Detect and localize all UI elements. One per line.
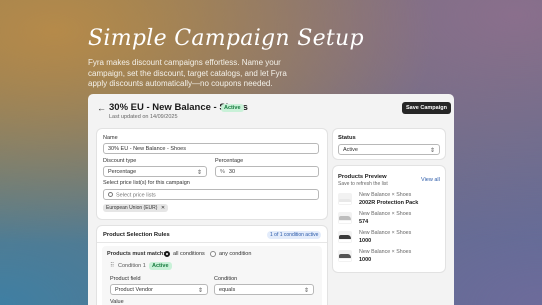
condition-field-label: Condition — [214, 276, 238, 282]
preview-title: Products Preview — [338, 174, 387, 180]
save-campaign-button[interactable]: Save Campaign — [402, 102, 451, 114]
status-label: Status — [338, 135, 356, 141]
product-thumbnail — [338, 212, 352, 224]
close-icon[interactable]: ✕ — [161, 205, 165, 211]
condition-value: equals — [219, 287, 236, 293]
product-field-select[interactable]: Product Vendor ⇕ — [110, 284, 208, 295]
products-preview-card: Products Preview Save to refresh the lis… — [333, 166, 445, 272]
product-vendor: New Balance × Shoes — [359, 211, 412, 217]
product-thumbnail — [338, 193, 352, 205]
percent-prefix: % — [220, 169, 225, 175]
product-field-label: Product field — [110, 276, 141, 282]
any-condition-label: any condition — [219, 251, 252, 257]
price-list-placeholder: Select price lists — [116, 192, 156, 199]
product-vendor: New Balance × Shoes — [359, 192, 412, 198]
product-name: 2002R Protection Pack — [359, 200, 419, 206]
condition-status-badge: Active — [149, 262, 172, 270]
percentage-label: Percentage — [215, 158, 244, 164]
product-thumbnail — [338, 231, 352, 243]
all-conditions-label: all conditions — [173, 251, 205, 257]
discount-type-select[interactable]: Percentage ⇕ — [103, 166, 207, 177]
status-badge: Active — [221, 104, 244, 112]
chevron-updown-icon: ⇕ — [429, 147, 435, 154]
drag-handle-icon[interactable]: ⠿ — [110, 262, 114, 269]
status-value: Active — [343, 147, 358, 153]
name-input[interactable]: 30% EU - New Balance - Shoes — [103, 143, 319, 154]
product-name: 1000 — [359, 257, 372, 263]
last-updated-text: Last updated on 14/09/2025 — [109, 114, 178, 120]
product-thumbnail — [338, 250, 352, 262]
product-item[interactable]: New Balance × Shoes 2002R Protection Pac… — [338, 191, 438, 208]
status-card: Status Active ⇕ — [333, 129, 445, 159]
condition-count-badge: 1 of 1 condition active — [267, 231, 322, 239]
product-field-value: Product Vendor — [115, 287, 153, 293]
name-input-value: 30% EU - New Balance - Shoes — [108, 146, 186, 152]
product-item[interactable]: New Balance × Shoes 1000 — [338, 229, 438, 246]
search-icon — [108, 192, 113, 197]
rules-title: Product Selection Rules — [103, 232, 170, 238]
name-label: Name — [103, 135, 118, 141]
percentage-input[interactable]: % 30 — [215, 166, 319, 177]
condition-select[interactable]: equals ⇕ — [214, 284, 314, 295]
discount-type-label: Discount type — [103, 158, 137, 164]
arrow-left-icon[interactable]: ← — [97, 103, 106, 113]
chevron-updown-icon: ⇕ — [196, 169, 202, 176]
price-list-tag-label: European Union (EUR) — [106, 205, 158, 211]
any-condition-radio[interactable] — [210, 250, 216, 257]
price-list-label: Select price list(s) for this campaign — [103, 180, 190, 186]
product-name: 574 — [359, 219, 369, 225]
price-list-search[interactable]: Select price lists — [103, 189, 319, 200]
must-match-label: Products must match: — [107, 251, 166, 257]
hero-title: Simple Campaign Setup — [88, 26, 364, 51]
chevron-updown-icon: ⇕ — [303, 287, 309, 294]
preview-subtitle: Save to refresh the list — [338, 181, 388, 187]
campaign-form-card: Name 30% EU - New Balance - Shoes Discou… — [97, 129, 327, 219]
product-selection-rules-card: Product Selection Rules 1 of 1 condition… — [97, 226, 327, 305]
price-list-tag: European Union (EUR) ✕ — [103, 204, 169, 212]
product-name: 1000 — [359, 238, 372, 244]
rules-divider — [97, 242, 327, 243]
product-vendor: New Balance × Shoes — [359, 249, 412, 255]
all-conditions-radio[interactable] — [164, 250, 170, 257]
page-header: ← 30% EU - New Balance - Shoes Active La… — [88, 94, 454, 124]
hero-description: Fyra makes discount campaigns effortless… — [88, 58, 287, 88]
condition-label: Condition 1 — [118, 263, 146, 269]
product-item[interactable]: New Balance × Shoes 1000 — [338, 248, 438, 265]
app-window: ← 30% EU - New Balance - Shoes Active La… — [88, 94, 454, 305]
product-item[interactable]: New Balance × Shoes 574 — [338, 210, 438, 227]
product-vendor: New Balance × Shoes — [359, 230, 412, 236]
view-all-link[interactable]: View all — [421, 177, 440, 183]
status-select[interactable]: Active ⇕ — [338, 144, 440, 155]
percentage-value: 30 — [228, 169, 236, 175]
value-label: Value — [110, 299, 124, 305]
discount-type-value: Percentage — [108, 169, 137, 175]
chevron-updown-icon: ⇕ — [197, 287, 203, 294]
conditions-box: Products must match: all conditions any … — [102, 246, 322, 305]
